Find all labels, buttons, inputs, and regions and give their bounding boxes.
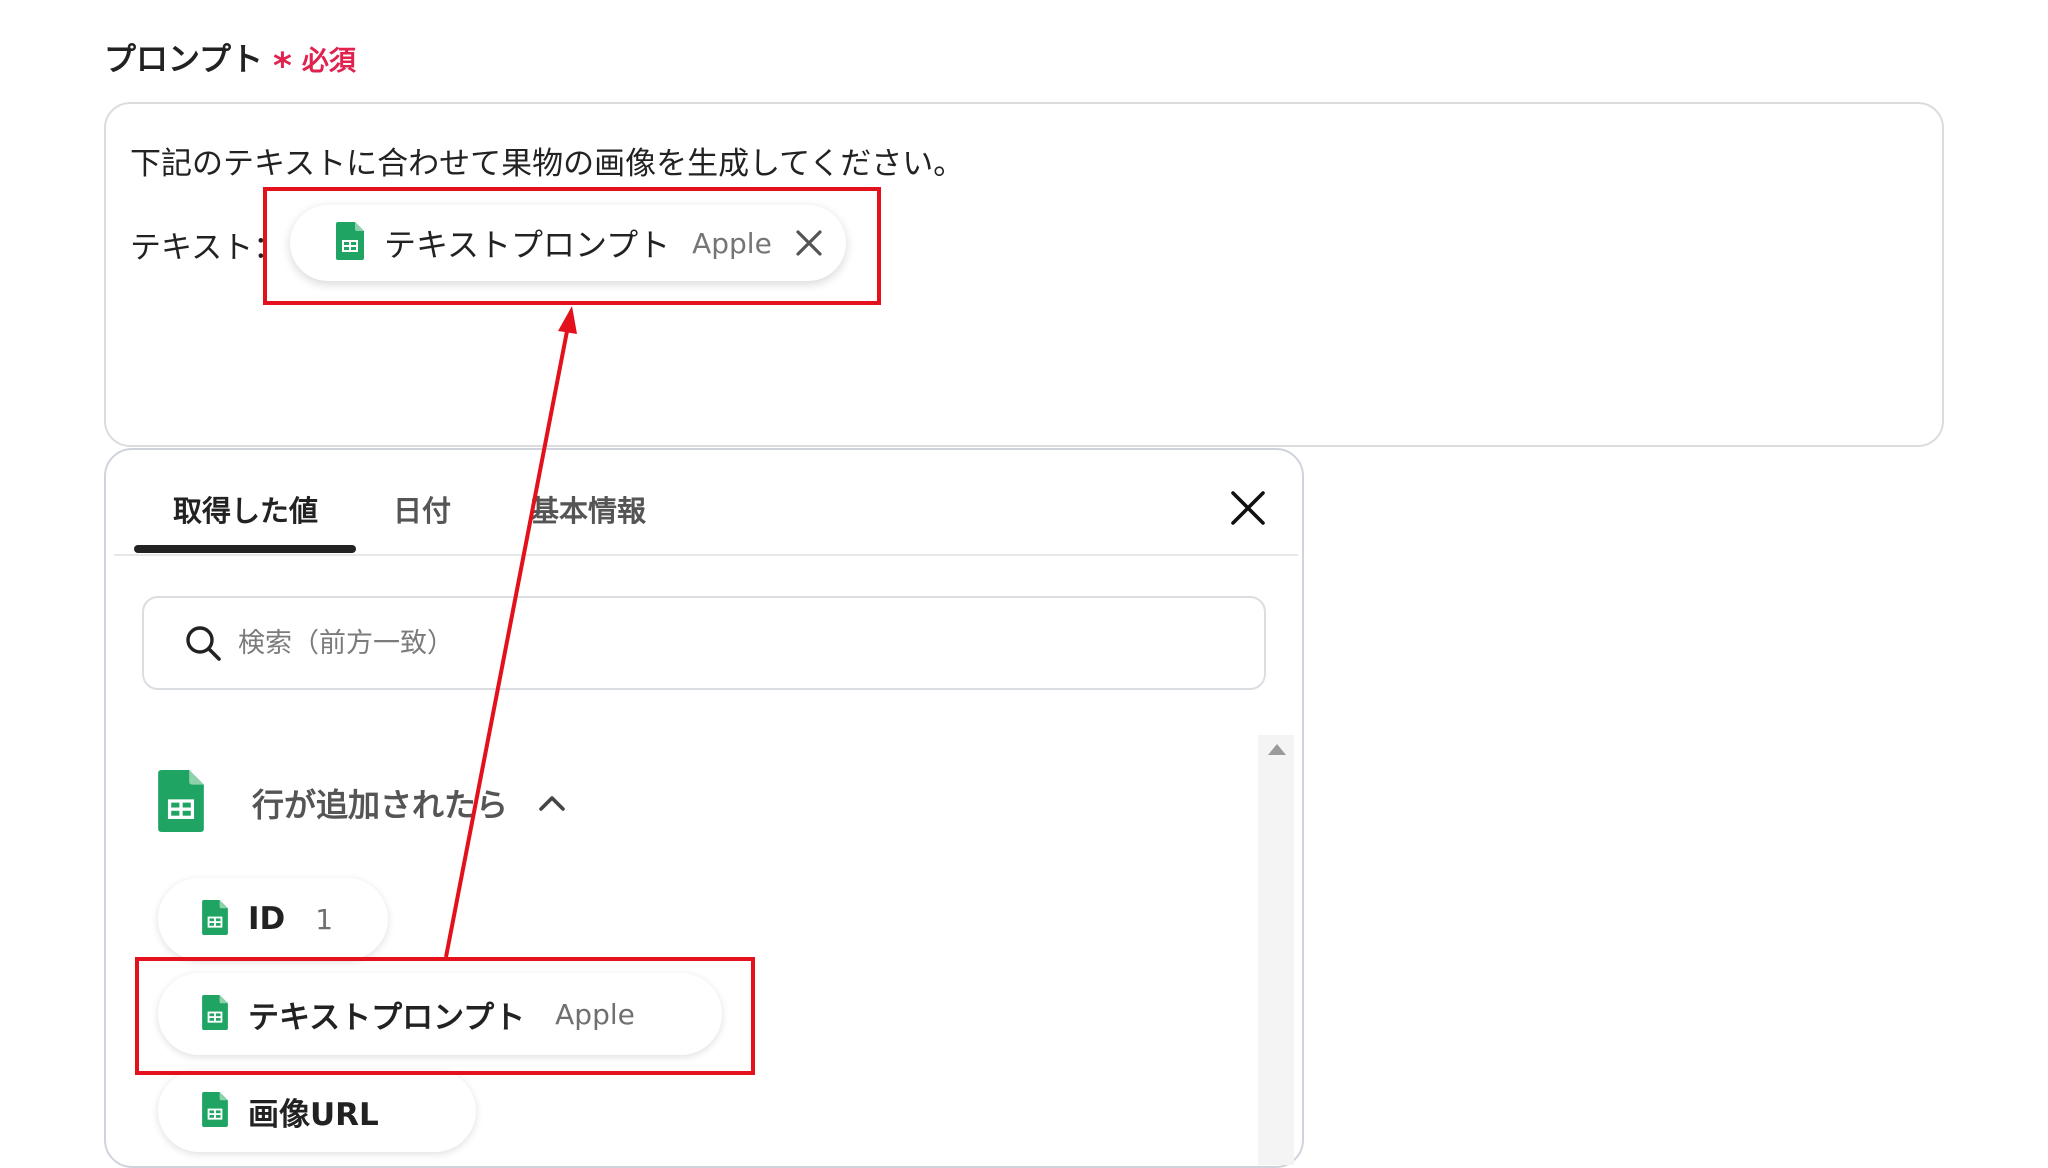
field-label: プロンプト * 必須	[104, 34, 356, 87]
list-item-image-url[interactable]: 画像URL	[158, 1070, 476, 1152]
scroll-up-arrow-icon[interactable]	[1268, 744, 1286, 755]
tab-acquired-values[interactable]: 取得した値	[173, 488, 318, 530]
required-text: 必須	[301, 46, 356, 77]
search-icon	[184, 624, 222, 662]
group-title: 行が追加されたら	[252, 786, 509, 824]
list-item-title: ID	[248, 901, 286, 937]
list-item-text-prompt[interactable]: テキストプロンプト Apple	[158, 973, 722, 1055]
close-icon[interactable]	[1228, 488, 1268, 528]
list-item-title: 画像URL	[248, 1096, 379, 1133]
google-sheets-icon	[202, 994, 228, 1034]
list-item-id[interactable]: ID 1	[158, 878, 388, 960]
prompt-text-line[interactable]: 下記のテキストに合わせて果物の画像を生成してください。	[130, 138, 964, 183]
list-item-value: 1	[315, 902, 334, 936]
chip-value: Apple	[692, 226, 772, 260]
prompt-variable-chip[interactable]: テキストプロンプト Apple	[290, 205, 846, 281]
google-sheets-icon	[336, 222, 364, 264]
chevron-up-icon[interactable]	[538, 793, 566, 813]
scrollbar[interactable]	[1258, 735, 1294, 1165]
required-mark: *	[273, 46, 292, 87]
list-item-value: Apple	[555, 997, 635, 1031]
tab-date[interactable]: 日付	[393, 488, 451, 530]
search-box[interactable]	[142, 596, 1266, 690]
google-sheets-icon	[202, 899, 228, 939]
google-sheets-icon	[158, 770, 204, 836]
group-header-row-added[interactable]: 行が追加されたら	[158, 770, 566, 836]
chip-title: テキストプロンプト	[384, 226, 671, 264]
search-input[interactable]	[236, 626, 1140, 660]
list-item-title: テキストプロンプト	[248, 999, 526, 1036]
tab-basic-info[interactable]: 基本情報	[530, 488, 646, 530]
close-icon[interactable]	[794, 228, 824, 258]
google-sheets-icon	[202, 1091, 228, 1131]
tab-divider	[114, 554, 1298, 556]
prompt-text-label[interactable]: テキスト：	[130, 222, 284, 267]
field-label-text: プロンプト	[104, 40, 264, 78]
active-tab-indicator	[134, 545, 356, 553]
